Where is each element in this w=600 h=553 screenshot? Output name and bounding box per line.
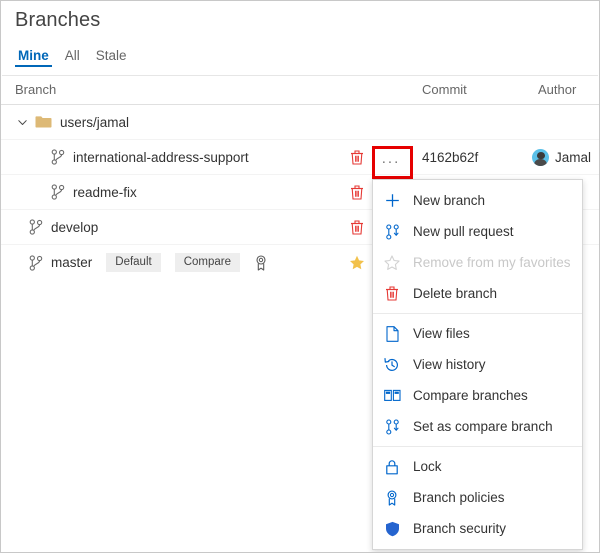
table-row[interactable]: users/jamal (1, 105, 599, 140)
table-row[interactable]: international-address-support ... 4162b6… (1, 140, 599, 175)
menu-item-branch-policies[interactable]: Branch policies (373, 482, 582, 513)
branches-page: Branches Mine All Stale Branch Commit Au… (0, 0, 600, 553)
branch-label: readme-fix (73, 185, 137, 200)
badge-default: Default (106, 253, 160, 272)
menu-item-label: Lock (413, 459, 442, 474)
menu-item-label: Set as compare branch (413, 419, 553, 434)
menu-item-view-history[interactable]: View history (373, 349, 582, 380)
pull-request-icon (383, 223, 401, 241)
branch-icon (51, 149, 65, 165)
menu-item-label: New branch (413, 193, 485, 208)
menu-item-label: New pull request (413, 224, 514, 239)
trash-icon[interactable] (346, 210, 368, 245)
menu-item-new-branch[interactable]: New branch (373, 185, 582, 216)
avatar (532, 149, 549, 166)
menu-item-label: Remove from my favorites (413, 255, 571, 270)
folder-icon (35, 115, 52, 129)
column-header-author: Author (538, 82, 576, 97)
branch-label: international-address-support (73, 150, 249, 165)
menu-item-label: Branch policies (413, 490, 505, 505)
column-header-commit: Commit (422, 82, 467, 97)
menu-item-new-pull-request[interactable]: New pull request (373, 216, 582, 247)
pivot-tabs: Mine All Stale (10, 48, 135, 74)
folder-label: users/jamal (60, 115, 129, 130)
history-icon (383, 356, 401, 374)
menu-item-lock[interactable]: Lock (373, 451, 582, 482)
page-title: Branches (15, 9, 100, 32)
shield-icon (383, 520, 401, 538)
compare-icon (383, 387, 401, 405)
branch-policy-icon (383, 489, 401, 507)
trash-icon (383, 285, 401, 303)
menu-item-label: Branch security (413, 521, 506, 536)
branch-policy-icon[interactable] (254, 255, 268, 271)
branch-label: master (51, 255, 92, 270)
menu-item-label: Compare branches (413, 388, 528, 403)
set-compare-icon (383, 418, 401, 436)
tab-stale[interactable]: Stale (88, 48, 135, 67)
more-actions-button[interactable]: ... (372, 145, 410, 171)
column-header-branch: Branch (15, 82, 56, 97)
lock-icon (383, 458, 401, 476)
branch-context-menu: New branch New pull request (372, 179, 583, 550)
badge-compare: Compare (175, 253, 240, 272)
plus-icon (383, 192, 401, 210)
trash-icon[interactable] (346, 140, 368, 175)
menu-item-remove-from-favorites: Remove from my favorites (373, 247, 582, 278)
menu-item-label: View files (413, 326, 470, 341)
branch-label: develop (51, 220, 98, 235)
star-filled-icon[interactable] (346, 245, 368, 280)
trash-icon[interactable] (346, 175, 368, 210)
tab-mine[interactable]: Mine (10, 48, 57, 67)
branch-icon (29, 219, 43, 235)
tab-all[interactable]: All (57, 48, 88, 67)
menu-item-view-files[interactable]: View files (373, 318, 582, 349)
column-header-row: Branch Commit Author (1, 76, 599, 105)
chevron-down-icon[interactable] (15, 115, 29, 129)
branch-icon (51, 184, 65, 200)
menu-separator (373, 446, 582, 447)
menu-item-label: View history (413, 357, 486, 372)
menu-item-branch-security[interactable]: Branch security (373, 513, 582, 544)
menu-item-label: Delete branch (413, 286, 497, 301)
branch-icon (29, 255, 43, 271)
menu-item-delete-branch[interactable]: Delete branch (373, 278, 582, 309)
author-name: Jamal (555, 150, 591, 165)
menu-item-compare-branches[interactable]: Compare branches (373, 380, 582, 411)
menu-separator (373, 313, 582, 314)
author-cell: Jamal (532, 140, 591, 175)
file-icon (383, 325, 401, 343)
menu-item-set-as-compare-branch[interactable]: Set as compare branch (373, 411, 582, 442)
star-outline-icon (383, 254, 401, 272)
commit-hash: 4162b62f (422, 140, 478, 175)
